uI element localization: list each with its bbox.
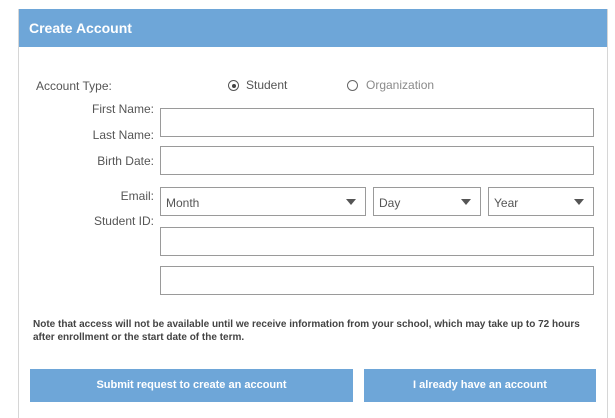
birth-day-value: Day [379, 196, 401, 210]
student-radio[interactable] [228, 80, 239, 91]
birth-day-select[interactable]: Day [373, 187, 481, 216]
submit-request-button[interactable]: Submit request to create an account [30, 369, 353, 402]
organization-radio-label[interactable]: Organization [366, 78, 434, 92]
first-name-label: First Name: [91, 102, 154, 116]
email-input[interactable] [160, 227, 594, 256]
birth-date-label: Birth Date: [97, 154, 154, 168]
student-id-input[interactable] [160, 266, 594, 295]
existing-account-button[interactable]: I already have an account [364, 369, 596, 402]
chevron-down-icon [574, 199, 584, 205]
panel-title: Create Account [29, 20, 132, 36]
organization-radio[interactable] [347, 80, 358, 91]
create-account-panel: Create Account Account Type: Student Org… [18, 9, 608, 418]
last-name-input[interactable] [160, 146, 594, 175]
chevron-down-icon [461, 199, 471, 205]
student-radio-label[interactable]: Student [246, 78, 287, 92]
chevron-down-icon [346, 199, 356, 205]
birth-year-select[interactable]: Year [488, 187, 594, 216]
first-name-input[interactable] [160, 108, 594, 137]
student-id-label: Student ID: [93, 214, 154, 228]
enrollment-note: Note that access will not be available u… [33, 319, 580, 343]
account-type-label: Account Type: [36, 79, 112, 93]
panel-header: Create Account [19, 9, 607, 47]
email-label: Email: [120, 189, 154, 203]
birth-month-value: Month [166, 196, 200, 210]
birth-year-value: Year [494, 196, 519, 210]
last-name-label: Last Name: [92, 128, 154, 142]
birth-month-select[interactable]: Month [160, 187, 366, 216]
